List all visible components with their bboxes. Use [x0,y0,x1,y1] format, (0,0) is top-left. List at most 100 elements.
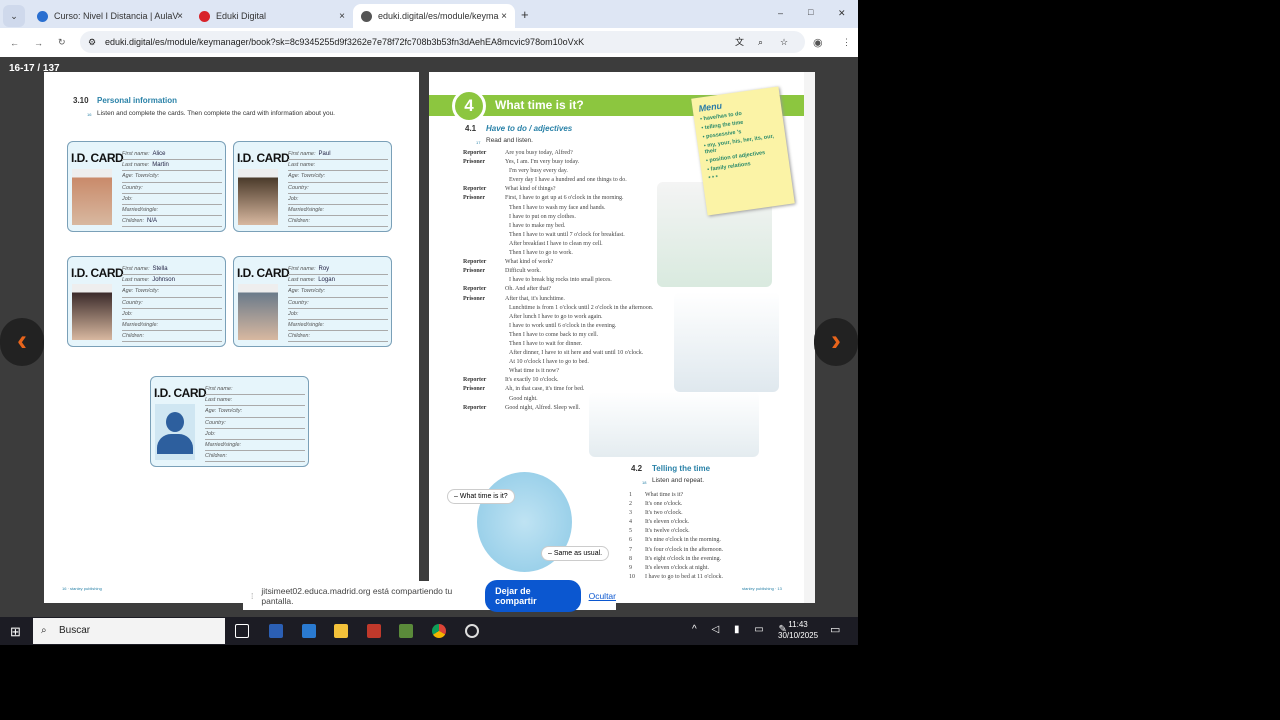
card-field[interactable]: Country: [288,298,388,309]
tab-eduki[interactable]: Eduki Digital × [191,4,353,28]
item-number: 3 [629,510,632,517]
word-icon[interactable] [269,624,283,638]
zoom-icon[interactable]: ⌕ [758,31,763,53]
tab-eduki-book[interactable]: eduki.digital/es/module/keyma × [353,4,515,28]
field-label: Job: [288,195,299,202]
tab-aulavirtual[interactable]: Curso: Nivel I Distancia | AulaV × [29,4,191,28]
card-field[interactable]: Age: Town/city: [205,406,305,418]
forward-icon[interactable]: → [34,38,43,48]
tab-bar: ⌄ Curso: Nivel I Distancia | AulaV × Eduk… [0,0,858,28]
notifications-icon[interactable]: ▭ [830,623,840,636]
close-tab-icon[interactable]: × [177,11,183,22]
globe-icon [361,10,372,22]
bookmark-star-icon[interactable]: ☆ [780,31,788,53]
screen-sharing-bar: ⁞ jitsimeet02.educa.madrid.org está comp… [243,579,616,612]
audio-track-number[interactable]: 18 [642,480,646,485]
unit-number: 4 [452,89,486,123]
card-field[interactable]: Age: Town/city: [288,286,388,298]
card-field[interactable]: Children: [122,331,222,343]
close-window-button[interactable]: ✕ [838,8,846,19]
card-field[interactable]: Married/single: [288,320,388,332]
close-tab-icon[interactable]: × [339,11,345,22]
card-field[interactable]: Country: [122,183,222,194]
dialogue-line: Prisoner Difficult work. [463,267,653,276]
line-text: Ah, in that case, it's time for bed. [505,386,585,393]
card-field[interactable]: First name: [205,384,305,396]
audio-track-number[interactable]: 16 [87,112,91,117]
line-text: What time is it now? [509,368,559,375]
card-field[interactable]: Children: N/A [122,216,222,228]
card-field[interactable]: Age: Town/city: [122,171,222,183]
translate-icon[interactable]: 文 [735,31,744,53]
taskbar-search[interactable]: ⌕ Buscar [33,618,225,644]
card-field[interactable]: First name: Paul [288,149,388,161]
card-field[interactable]: First name: Alice [122,149,222,161]
card-field[interactable]: Job: [122,309,222,320]
minimize-button[interactable]: – [778,8,783,18]
card-field[interactable]: Last name: Martin [122,160,222,172]
card-field[interactable]: First name: Roy [288,264,388,276]
dialogue-line: Prisoner After that, it's lunchtime. [463,295,653,304]
line-text: First, I have to get up at 6 o'clock in … [505,195,624,202]
search-icon: ⌕ [41,625,47,636]
prev-page-button[interactable]: ‹ [0,318,44,366]
card-field[interactable]: Married/single: [288,205,388,217]
windows-start-icon[interactable]: ⊞ [10,624,21,640]
card-title: I.D. CARD [237,151,290,165]
maximize-button[interactable]: □ [808,7,813,17]
card-field[interactable]: Children: [288,331,388,343]
app-icon[interactable] [399,624,413,638]
card-field[interactable]: Children: [205,451,305,463]
drag-handle-icon[interactable]: ⁞ [251,591,253,601]
card-field[interactable]: Married/single: [122,320,222,332]
graduation-cap-icon [37,10,48,22]
clock[interactable]: 11:43 30/10/2025 [778,619,818,641]
site-info-icon[interactable]: ⚙ [88,31,96,53]
dialogue-line: Reporter What kind of work? [463,258,653,267]
card-field[interactable]: Last name: Johnson [122,275,222,287]
new-tab-button[interactable]: + [521,7,529,22]
reload-icon[interactable]: ↻ [58,37,66,48]
card-field[interactable]: Age: Town/city: [122,286,222,298]
card-field[interactable]: Last name: [288,160,388,172]
back-icon[interactable]: ← [10,38,19,48]
card-field[interactable]: Job: [288,309,388,320]
close-tab-icon[interactable]: × [501,11,507,22]
card-field[interactable]: Last name: Logan [288,275,388,287]
task-view-icon[interactable] [235,624,249,638]
section-title: Telling the time [652,464,711,473]
hide-link[interactable]: Ocultar [589,591,616,601]
card-field[interactable]: Age: Town/city: [288,171,388,183]
menu-kebab-icon[interactable]: ⋮ [842,37,851,48]
next-page-button[interactable]: › [814,318,858,366]
audio-track-number[interactable]: 17 [476,140,480,145]
speaker [463,240,505,249]
file-explorer-icon[interactable] [334,624,348,638]
stop-sharing-button[interactable]: Dejar de compartir [485,579,581,612]
card-field[interactable]: Job: [288,194,388,205]
speaker [463,176,505,185]
card-field[interactable]: Job: [205,429,305,440]
speaker [463,358,505,367]
chrome-icon[interactable] [432,624,446,638]
tab-search-chevron-icon[interactable]: ⌄ [3,5,25,27]
card-field[interactable]: Country: [288,183,388,194]
card-field[interactable]: Country: [205,418,305,429]
screen-recorder-icon[interactable] [465,624,479,638]
card-field[interactable]: Children: [288,216,388,228]
card-field[interactable]: Country: [122,298,222,309]
time-item: 2 It's one o'clock. [629,500,723,509]
card-field[interactable]: Married/single: [122,205,222,217]
field-label: Job: [122,310,133,317]
card-field[interactable]: Job: [122,194,222,205]
card-field[interactable]: First name: Stella [122,264,222,276]
address-bar[interactable]: ⚙ eduki.digital/es/module/keymanager/book… [80,31,805,53]
line-text: After that, it's lunchtime. [505,295,565,302]
card-field[interactable]: Married/single: [205,440,305,452]
time-item: 3 It's two o'clock. [629,509,723,518]
line-text: I have to put on my clothes. [509,213,576,220]
calculator-icon[interactable] [302,624,316,638]
profile-icon[interactable]: ◉ [813,36,823,49]
app-icon[interactable] [367,624,381,638]
card-field[interactable]: Last name: [205,395,305,407]
